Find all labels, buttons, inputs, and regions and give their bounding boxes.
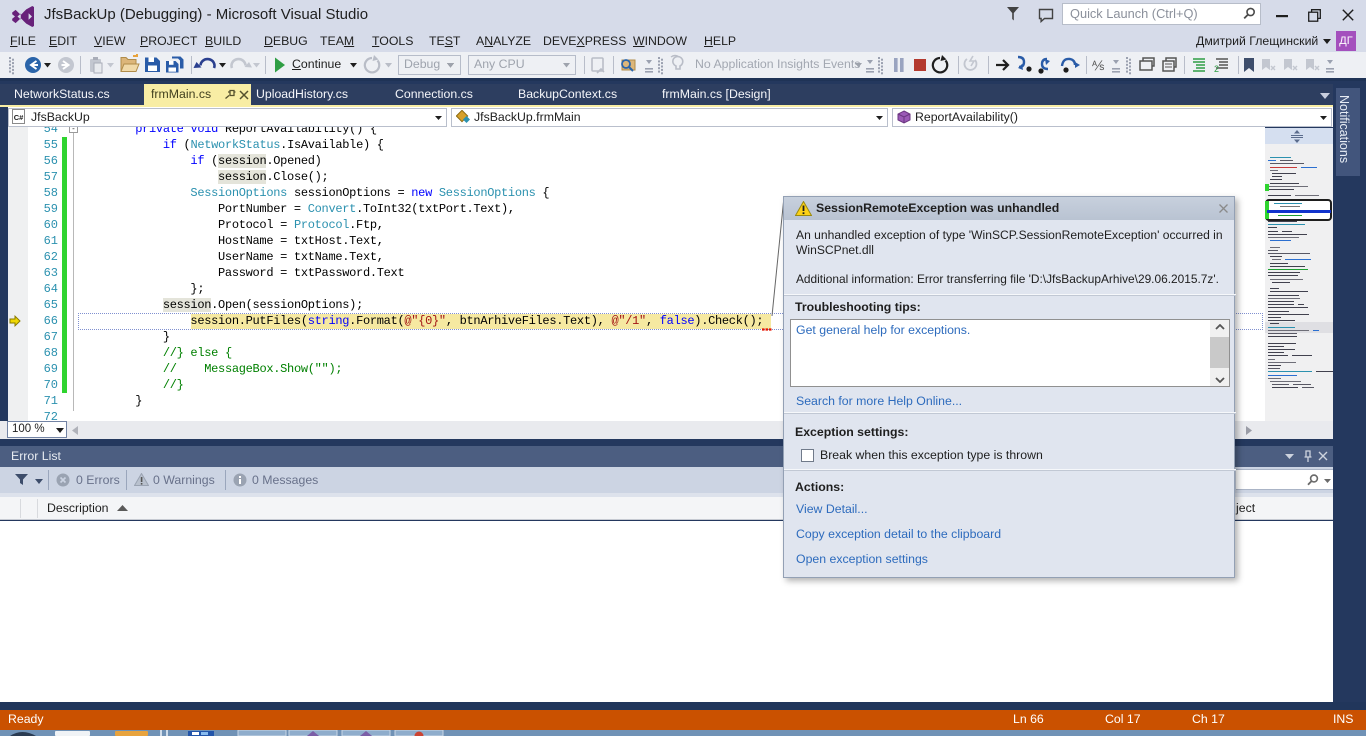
svg-text:⅍: ⅍: [1092, 58, 1105, 73]
svg-text:2: 2: [1214, 64, 1219, 74]
